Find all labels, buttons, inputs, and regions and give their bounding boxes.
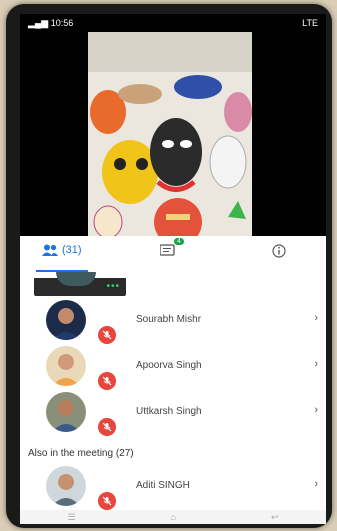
chat-badge: 4 — [174, 238, 184, 245]
participant-row[interactable]: Aditi SINGH › — [20, 464, 326, 510]
chevron-right-icon[interactable]: › — [314, 404, 318, 416]
screen: ▂▄▆ 10:56 LTE (31) 4 ••• Sourabh Mishr ›… — [20, 14, 326, 524]
avatar — [46, 346, 86, 386]
avatar — [46, 300, 86, 340]
mic-muted-icon — [98, 492, 116, 510]
active-speaker-strip[interactable]: ••• — [34, 272, 126, 296]
android-nav-bar: ☰ ⌂ ↩ — [20, 510, 326, 524]
tab-chat[interactable]: 4 — [160, 238, 184, 258]
mic-muted-icon — [98, 326, 116, 344]
participant-row[interactable]: Uttkarsh Singh › — [20, 390, 326, 436]
participant-name: Uttkarsh Singh — [136, 406, 202, 417]
mic-muted-icon — [98, 372, 116, 390]
tab-people[interactable]: (31) — [42, 244, 82, 256]
video-feed-art — [88, 32, 252, 242]
tab-info[interactable] — [272, 244, 286, 258]
signal-icon: ▂▄▆ — [28, 17, 49, 28]
chevron-right-icon[interactable]: › — [314, 478, 318, 490]
status-bar: ▂▄▆ 10:56 LTE — [20, 14, 326, 32]
speaker-avatar — [56, 272, 96, 286]
presenter-video[interactable] — [88, 32, 252, 242]
participant-name: Sourabh Mishr — [136, 314, 202, 325]
also-in-meeting-heading: Also in the meeting (27) — [28, 448, 134, 459]
home-icon[interactable]: ⌂ — [171, 512, 176, 522]
chevron-right-icon[interactable]: › — [314, 312, 318, 324]
status-time: 10:56 — [50, 17, 74, 28]
avatar — [46, 392, 86, 432]
participant-row[interactable]: Apoorva Singh › — [20, 344, 326, 390]
participant-name: Apoorva Singh — [136, 360, 202, 371]
status-left: ▂▄▆ 10:56 — [28, 18, 73, 29]
participants-panel: (31) 4 ••• Sourabh Mishr › Apoorva Singh… — [20, 236, 326, 524]
chevron-right-icon[interactable]: › — [314, 358, 318, 370]
speaking-dots-icon: ••• — [106, 281, 120, 292]
info-icon — [272, 244, 286, 258]
mic-muted-icon — [98, 418, 116, 436]
avatar — [46, 466, 86, 506]
menu-icon[interactable]: ☰ — [67, 512, 75, 523]
participant-row[interactable]: Sourabh Mishr › — [20, 298, 326, 344]
chat-icon — [160, 244, 175, 256]
people-count: (31) — [62, 244, 82, 256]
panel-tabs: (31) 4 — [20, 236, 326, 274]
phone-frame: ▂▄▆ 10:56 LTE (31) 4 ••• Sourabh Mishr ›… — [6, 4, 332, 528]
participant-name: Aditi SINGH — [136, 480, 190, 491]
people-icon — [42, 244, 58, 256]
status-right: LTE — [302, 18, 318, 28]
back-icon[interactable]: ↩ — [271, 512, 279, 523]
